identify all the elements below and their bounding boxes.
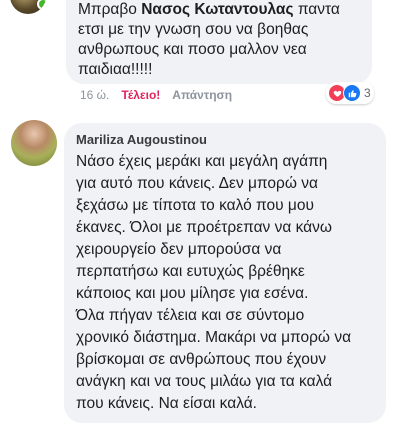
reaction-count: 3 [364,86,371,100]
comment-line: Όλα πήγαν τέλεια και σε σύντομο [76,307,305,324]
comment-line: χρονικό διάστημα. Μακάρι να μπορώ να [76,329,352,346]
comment-line: Μπραβο Νασος Κωταντουλας παντα [78,0,340,20]
comment-line: ανάγκη και να τους μιλάω για τα καλά [76,373,333,390]
comment-text-suffix: παντα [293,1,340,18]
online-status-dot [37,0,46,10]
comment-actions: 16 ώ. Τέλειο! Απάντηση [80,88,232,102]
comment-line: κάποιος και μου μίλησε για εσένα. [76,285,309,302]
comment-line: Νάσο έχεις μεράκι και μεγάλη αγάπη [76,153,328,170]
comment-text-prefix: Μπραβο [78,1,142,18]
comment-line: ξεχάσω με τίποτα το καλό που μου [76,197,314,214]
comment-bubble: Mariliza Augoustinou Νάσο έχεις μεράκι κ… [64,123,386,423]
comment-bubble: Μπραβο Νασος Κωταντουλας παντα ετσι με τ… [66,0,372,84]
comment-text: Μπραβο Νασος Κωταντουλας παντα ετσι με τ… [78,0,340,80]
comment-timestamp[interactable]: 16 ώ. [80,88,109,102]
comment-line: περπατήσω και ευτυχώς βρέθηκε [76,263,305,280]
commenter-avatar[interactable] [10,0,46,14]
reaction-summary[interactable]: 3 [326,82,374,104]
comment-text: Νάσο έχεις μεράκι και μεγάλη αγάπη για α… [76,151,351,415]
comment-author-name[interactable]: Mariliza Augoustinou [76,132,207,147]
comment-line: έκανες. Όλοι με προέτρεπαν να κάνω [76,219,332,236]
comment-line: που κάνεις. Να είσαι καλά. [76,395,257,412]
comment-line: παιδιαα!!!!! [78,61,153,78]
comment-line: βρίσκομαι σε ανθρώπους που έχουν [76,351,327,368]
thumbs-up-icon [343,84,361,102]
reaction-button[interactable]: Τέλειο! [121,88,160,102]
comment-line: ανθρωπους και ποσο μαλλον νεα [78,41,307,58]
comment-line: ετσι με την γνωση σου να βοηθας [78,21,309,38]
mentioned-name[interactable]: Νασος Κωταντουλας [141,1,293,18]
comment-line: για αυτό που κάνεις. Δεν μπορώ να [76,175,318,192]
comment-line: χειρουργείο δεν μπορούσα να [76,241,282,258]
reply-button[interactable]: Απάντηση [172,88,232,102]
commenter-avatar[interactable] [11,120,57,166]
